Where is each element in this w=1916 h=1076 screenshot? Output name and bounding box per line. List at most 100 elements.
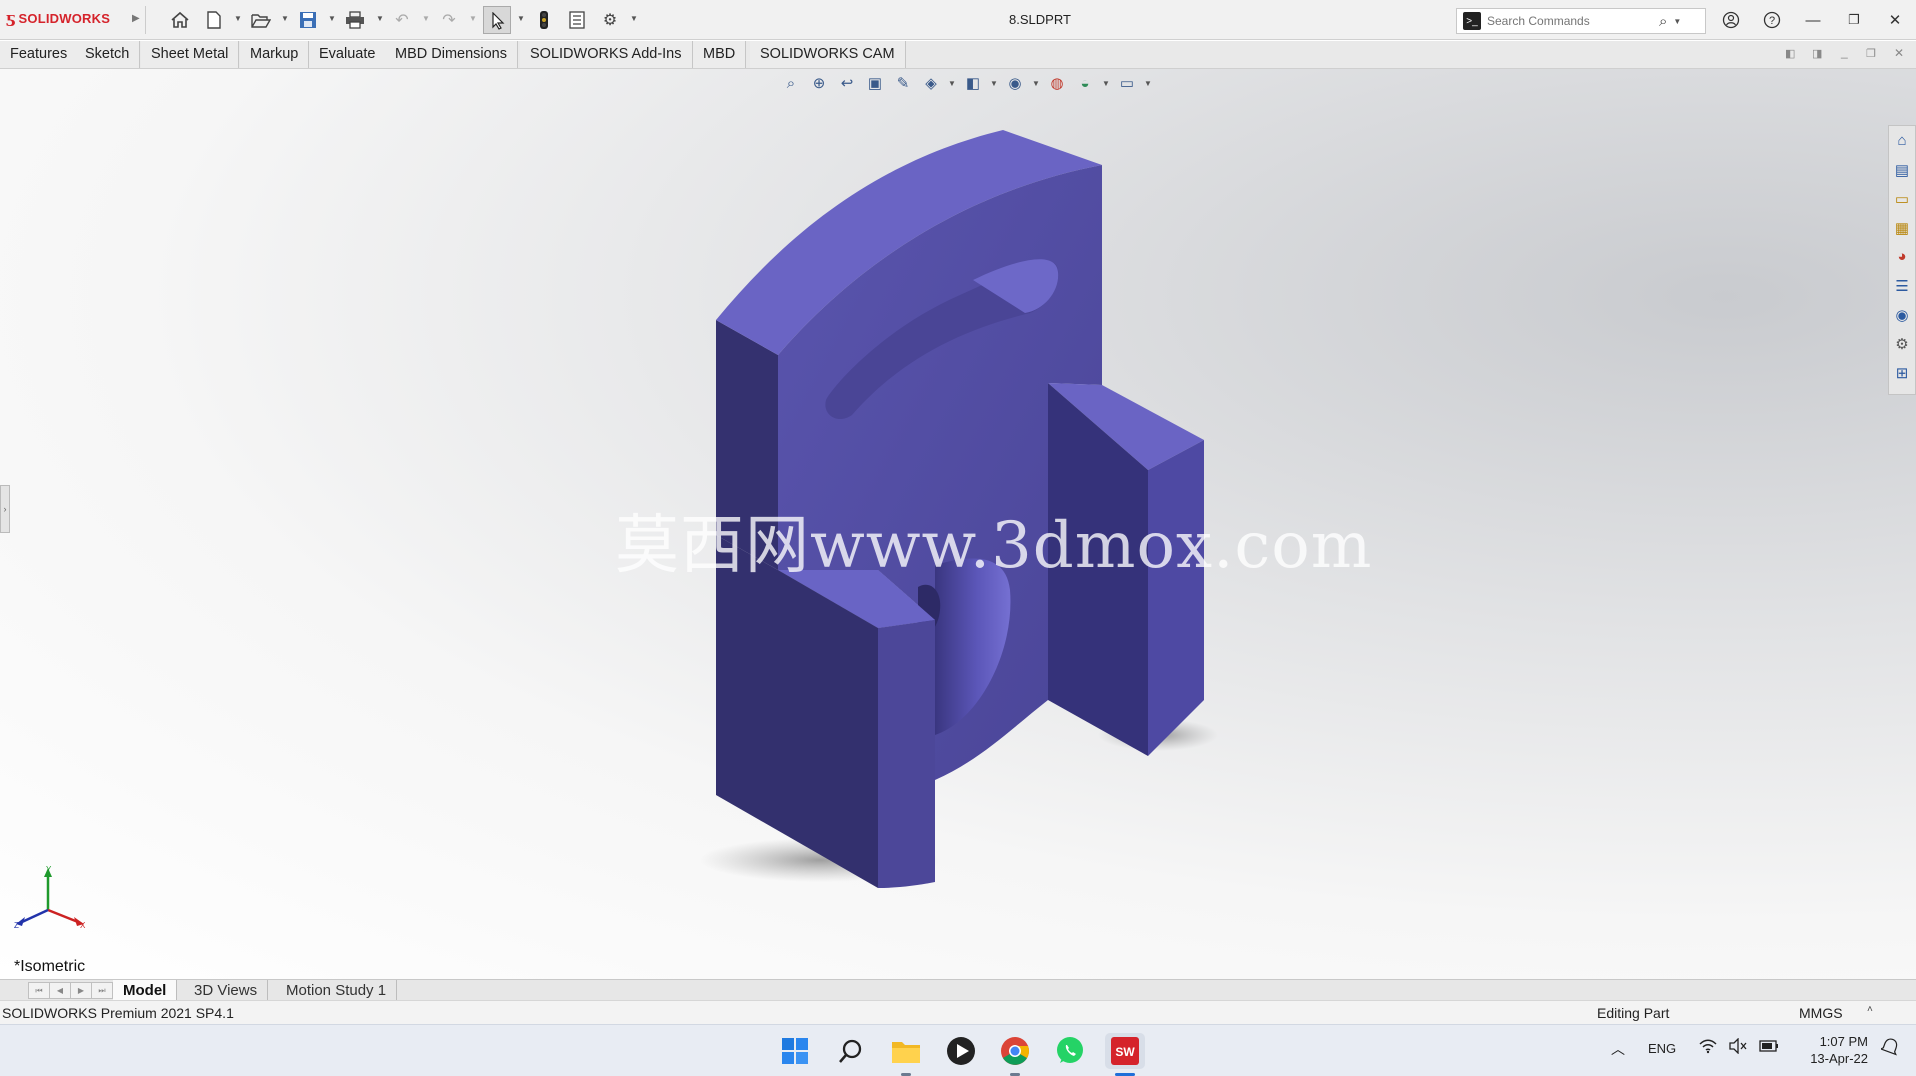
windows-start-icon[interactable] [775, 1033, 815, 1069]
hide-show-items-icon[interactable]: ◉ [1004, 74, 1026, 92]
3dexperience-marketplace-icon[interactable]: ⚙ [1889, 329, 1915, 358]
tab-sheet-metal[interactable]: Sheet Metal [141, 41, 240, 68]
restore-icon[interactable]: ❐ [1839, 8, 1869, 32]
media-player-icon[interactable] [941, 1033, 981, 1069]
view-palette-icon[interactable]: ▦ [1889, 213, 1915, 242]
tab-model[interactable]: Model [113, 980, 178, 1001]
tab-mbd-dimensions[interactable]: MBD Dimensions [385, 41, 518, 68]
file-explorer-taskbar-icon[interactable] [886, 1033, 926, 1069]
undo-icon[interactable]: ↶ [390, 8, 414, 32]
dynamic-annotation-icon[interactable]: ✎ [892, 74, 914, 92]
tab-evaluate[interactable]: Evaluate [309, 41, 387, 68]
tab-mbd[interactable]: MBD [693, 41, 747, 68]
model-view-tabs: ⏮ ◀ ▶ ⏭ Model 3D Views Motion Study 1 [0, 979, 1916, 1001]
solidworks-forum-icon[interactable]: ◉ [1889, 300, 1915, 329]
command-manager-tabs: Features Sketch Sheet Metal Markup Evalu… [0, 41, 1916, 69]
open-icon[interactable] [249, 8, 273, 32]
doc-restore-icon[interactable]: ❐ [1866, 47, 1876, 60]
last-tab-icon[interactable]: ⏭ [91, 982, 113, 999]
tab-markup[interactable]: Markup [240, 41, 310, 68]
new-document-icon[interactable] [202, 8, 226, 32]
zoom-to-area-icon[interactable]: ⊕ [808, 74, 830, 92]
panel-left-icon[interactable]: ◧ [1785, 47, 1795, 60]
battery-icon[interactable] [1759, 1038, 1779, 1057]
hide-show-dropdown-icon[interactable]: ▼ [1032, 79, 1040, 88]
redo-icon[interactable]: ↷ [437, 8, 461, 32]
file-properties-icon[interactable] [565, 8, 589, 32]
close-icon[interactable]: ✕ [1880, 8, 1910, 32]
previous-view-icon[interactable]: ↩ [836, 74, 858, 92]
next-tab-icon[interactable]: ▶ [70, 982, 92, 999]
open-dropdown-icon[interactable]: ▼ [281, 14, 289, 23]
tab-motion-study-1[interactable]: Motion Study 1 [276, 980, 398, 1001]
search-taskbar-icon[interactable] [831, 1033, 871, 1069]
first-tab-icon[interactable]: ⏮ [28, 982, 50, 999]
unit-system[interactable]: MMGS [1799, 1005, 1843, 1021]
minimize-icon[interactable]: — [1798, 8, 1828, 32]
menu-expand-arrow-icon[interactable]: ▶ [132, 13, 140, 24]
appearances-icon[interactable]: ◕ [1889, 242, 1915, 271]
tab-solidworks-cam[interactable]: SOLIDWORKS CAM [750, 41, 906, 68]
design-library-icon[interactable]: ▤ [1889, 155, 1915, 184]
file-explorer-icon[interactable]: ▭ [1889, 184, 1915, 213]
search-icon[interactable]: ⌕ [1659, 13, 1667, 30]
left-block-front-face [878, 620, 935, 888]
search-commands[interactable]: >_ ⌕ ▼ [1456, 8, 1706, 34]
home-icon[interactable] [168, 8, 192, 32]
apply-scene-dropdown-icon[interactable]: ▼ [1102, 79, 1110, 88]
tab-features[interactable]: Features [0, 41, 79, 68]
edit-appearance-icon[interactable]: ◍ [1046, 74, 1068, 92]
solidworks-taskbar-icon[interactable]: SW [1105, 1033, 1145, 1069]
feature-manager-toggle[interactable]: › [0, 485, 10, 533]
select-dropdown-icon[interactable]: ▼ [517, 14, 525, 23]
redo-dropdown-icon[interactable]: ▼ [469, 14, 477, 23]
save-dropdown-icon[interactable]: ▼ [328, 14, 336, 23]
user-account-icon[interactable] [1716, 8, 1746, 32]
chrome-icon[interactable] [995, 1033, 1035, 1069]
language-indicator[interactable]: ENG [1648, 1041, 1676, 1056]
tab-solidworks-add-ins[interactable]: SOLIDWORKS Add-Ins [520, 41, 693, 68]
save-icon[interactable] [296, 8, 320, 32]
new-dropdown-icon[interactable]: ▼ [234, 14, 242, 23]
view-orientation-dropdown-icon[interactable]: ▼ [948, 79, 956, 88]
view-orientation-icon[interactable]: ◈ [920, 74, 942, 92]
doc-minimize-icon[interactable]: _ [1841, 45, 1848, 59]
display-style-dropdown-icon[interactable]: ▼ [990, 79, 998, 88]
unit-system-dropdown-icon[interactable]: ˄ [1867, 1004, 1873, 1015]
volume-muted-icon[interactable] [1729, 1037, 1747, 1057]
zoom-to-fit-icon[interactable]: ⌕ [780, 75, 802, 92]
wifi-icon[interactable] [1699, 1038, 1717, 1059]
notifications-icon[interactable] [1879, 1038, 1899, 1059]
solidworks-logo[interactable]: ƽ SOLIDWORKS [6, 9, 110, 27]
view-settings-dropdown-icon[interactable]: ▼ [1144, 79, 1152, 88]
options-dropdown-icon[interactable]: ▼ [630, 14, 638, 23]
task-pane: ⌂ ▤ ▭ ▦ ◕ ☰ ◉ ⚙ ⊞ [1888, 125, 1916, 395]
solidworks-resources-icon[interactable]: ⌂ [1889, 126, 1915, 155]
display-style-icon[interactable]: ◧ [962, 74, 984, 92]
clock[interactable]: 1:07 PM 13-Apr-22 [1798, 1033, 1868, 1067]
clock-time: 1:07 PM [1819, 1034, 1868, 1049]
options-gear-icon[interactable]: ⚙ [598, 8, 622, 32]
section-view-icon[interactable]: ▣ [864, 74, 886, 92]
editing-mode-text: Editing Part [1597, 1005, 1670, 1021]
view-settings-icon[interactable]: ▭ [1116, 74, 1138, 92]
help-icon[interactable]: ? [1757, 8, 1787, 32]
show-hidden-icons-icon[interactable]: ︿ [1611, 1039, 1625, 1059]
whatsapp-icon[interactable] [1050, 1033, 1090, 1069]
coordinate-triad[interactable]: Y X Z [14, 865, 86, 930]
custom-properties-icon[interactable]: ☰ [1889, 271, 1915, 300]
search-input[interactable] [1487, 14, 1657, 28]
select-cursor-button[interactable] [483, 6, 511, 34]
panel-right-icon[interactable]: ◨ [1812, 47, 1822, 60]
print-dropdown-icon[interactable]: ▼ [376, 14, 384, 23]
doc-close-icon[interactable]: ✕ [1894, 46, 1904, 60]
tab-3d-views[interactable]: 3D Views [184, 980, 269, 1001]
tab-sketch[interactable]: Sketch [75, 41, 141, 68]
toolbox-icon[interactable]: ⊞ [1889, 358, 1915, 387]
previous-tab-icon[interactable]: ◀ [49, 982, 71, 999]
apply-scene-icon[interactable]: ◒ [1074, 75, 1096, 92]
print-icon[interactable] [343, 8, 367, 32]
undo-dropdown-icon[interactable]: ▼ [422, 14, 430, 23]
search-dropdown-icon[interactable]: ▼ [1673, 17, 1681, 26]
traffic-light-icon[interactable] [532, 8, 556, 32]
